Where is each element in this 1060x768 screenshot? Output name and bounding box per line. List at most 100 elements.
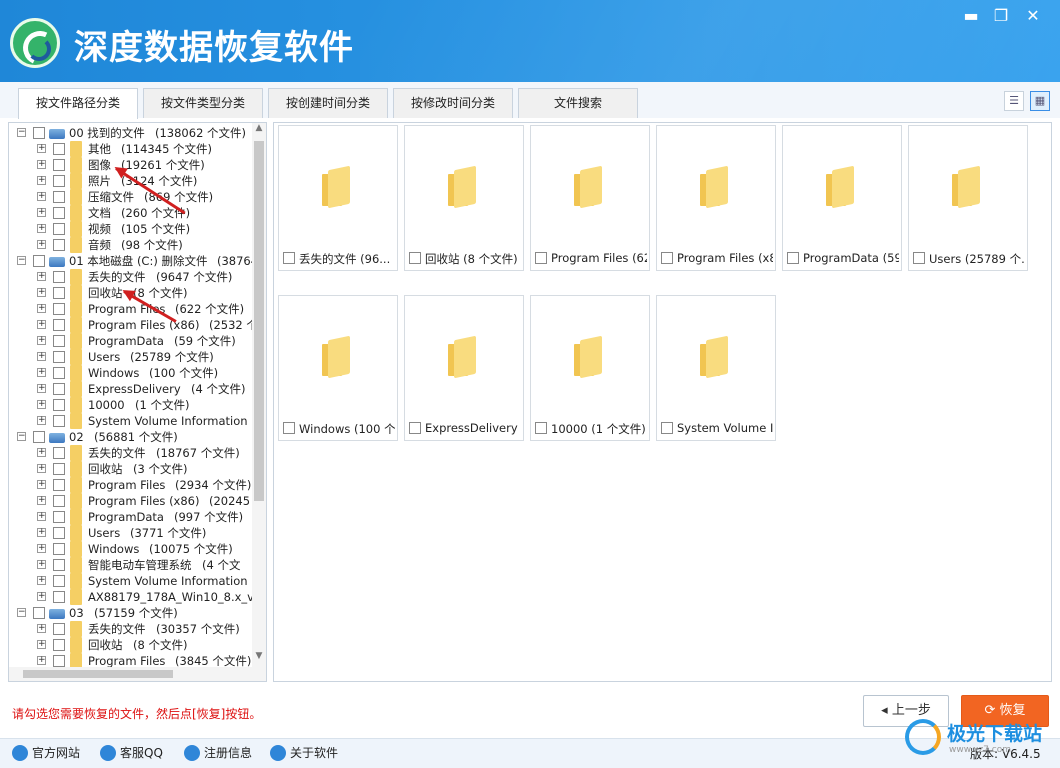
maximize-button[interactable]: ❐	[990, 6, 1012, 26]
tree-checkbox[interactable]	[53, 319, 65, 331]
tree-checkbox[interactable]	[33, 255, 45, 267]
tree-checkbox[interactable]	[53, 463, 65, 475]
card-checkbox[interactable]	[409, 422, 421, 434]
tree-vertical-scrollbar[interactable]: ▲ ▼	[252, 123, 266, 668]
scroll-up-icon[interactable]: ▲	[252, 123, 266, 137]
expand-icon[interactable]: +	[37, 176, 46, 185]
tree-checkbox[interactable]	[53, 239, 65, 251]
card-checkbox[interactable]	[661, 252, 673, 264]
collapse-icon[interactable]: −	[17, 128, 26, 137]
tree-horizontal-scrollbar[interactable]	[9, 667, 266, 681]
tree-checkbox[interactable]	[53, 351, 65, 363]
expand-icon[interactable]: +	[37, 640, 46, 649]
expand-icon[interactable]: +	[37, 464, 46, 473]
list-view-icon[interactable]: ☰	[1004, 91, 1024, 111]
hscroll-thumb[interactable]	[23, 670, 173, 678]
tab-by-path[interactable]: 按文件路径分类	[18, 88, 138, 119]
card-checkbox[interactable]	[409, 252, 421, 264]
tree-checkbox[interactable]	[53, 335, 65, 347]
expand-icon[interactable]: +	[37, 320, 46, 329]
collapse-icon[interactable]: −	[17, 608, 26, 617]
folder-card[interactable]: Program Files (x8...	[656, 125, 776, 271]
tree-checkbox[interactable]	[53, 287, 65, 299]
folder-card[interactable]: 回收站 (8 个文件)	[404, 125, 524, 271]
tree-checkbox[interactable]	[53, 495, 65, 507]
grid-view-icon[interactable]: ▦	[1030, 91, 1050, 111]
tree-checkbox[interactable]	[53, 399, 65, 411]
card-checkbox[interactable]	[535, 422, 547, 434]
expand-icon[interactable]: +	[37, 192, 46, 201]
folder-card[interactable]: Users (25789 个...	[908, 125, 1028, 271]
folder-card[interactable]: Windows (100 个...	[278, 295, 398, 441]
expand-icon[interactable]: +	[37, 352, 46, 361]
expand-icon[interactable]: +	[37, 368, 46, 377]
expand-icon[interactable]: +	[37, 544, 46, 553]
tab-by-type[interactable]: 按文件类型分类	[143, 88, 263, 118]
close-button[interactable]: ✕	[1022, 6, 1044, 26]
tree-checkbox[interactable]	[53, 143, 65, 155]
expand-icon[interactable]: +	[37, 144, 46, 153]
expand-icon[interactable]: +	[37, 448, 46, 457]
expand-icon[interactable]: +	[37, 288, 46, 297]
collapse-icon[interactable]: −	[17, 256, 26, 265]
card-checkbox[interactable]	[913, 252, 925, 264]
expand-icon[interactable]: +	[37, 240, 46, 249]
expand-icon[interactable]: +	[37, 576, 46, 585]
expand-icon[interactable]: +	[37, 480, 46, 489]
card-checkbox[interactable]	[283, 252, 295, 264]
tree-checkbox[interactable]	[53, 191, 65, 203]
expand-icon[interactable]: +	[37, 160, 46, 169]
tree-checkbox[interactable]	[53, 623, 65, 635]
expand-icon[interactable]: +	[37, 656, 46, 665]
collapse-icon[interactable]: −	[17, 432, 26, 441]
tree-checkbox[interactable]	[53, 543, 65, 555]
expand-icon[interactable]: +	[37, 624, 46, 633]
expand-icon[interactable]: +	[37, 528, 46, 537]
tree-checkbox[interactable]	[53, 367, 65, 379]
tree-checkbox[interactable]	[53, 383, 65, 395]
tree-checkbox[interactable]	[33, 431, 45, 443]
tree-checkbox[interactable]	[53, 511, 65, 523]
tree-checkbox[interactable]	[53, 271, 65, 283]
scroll-down-icon[interactable]: ▼	[252, 651, 266, 665]
folder-card[interactable]: 10000 (1 个文件)	[530, 295, 650, 441]
expand-icon[interactable]: +	[37, 496, 46, 505]
scroll-thumb[interactable]	[254, 141, 264, 501]
tree-checkbox[interactable]	[53, 655, 65, 667]
minimize-button[interactable]: ▬	[960, 6, 982, 26]
expand-icon[interactable]: +	[37, 512, 46, 521]
folder-card[interactable]: 丢失的文件 (96...	[278, 125, 398, 271]
tree-checkbox[interactable]	[33, 127, 45, 139]
tree-checkbox[interactable]	[53, 559, 65, 571]
expand-icon[interactable]: +	[37, 592, 46, 601]
expand-icon[interactable]: +	[37, 416, 46, 425]
tab-by-modified[interactable]: 按修改时间分类	[393, 88, 513, 118]
folder-card[interactable]: Program Files (62...	[530, 125, 650, 271]
expand-icon[interactable]: +	[37, 336, 46, 345]
card-checkbox[interactable]	[661, 422, 673, 434]
tree-checkbox[interactable]	[53, 527, 65, 539]
tree-checkbox[interactable]	[53, 415, 65, 427]
folder-tree[interactable]: − 00 找到的文件 (138062 个文件) + 其他 (114345 个文件) + 图像 (…	[8, 122, 267, 682]
card-checkbox[interactable]	[283, 422, 295, 434]
tree-checkbox[interactable]	[53, 591, 65, 603]
card-checkbox[interactable]	[535, 252, 547, 264]
tree-checkbox[interactable]	[53, 175, 65, 187]
tab-by-created[interactable]: 按创建时间分类	[268, 88, 388, 118]
folder-card[interactable]: ProgramData (59...	[782, 125, 902, 271]
expand-icon[interactable]: +	[37, 208, 46, 217]
tree-checkbox[interactable]	[53, 223, 65, 235]
folder-card[interactable]: System Volume In...	[656, 295, 776, 441]
expand-icon[interactable]: +	[37, 304, 46, 313]
tree-checkbox[interactable]	[53, 479, 65, 491]
folder-card[interactable]: ExpressDelivery ...	[404, 295, 524, 441]
expand-icon[interactable]: +	[37, 224, 46, 233]
tree-checkbox[interactable]	[53, 159, 65, 171]
expand-icon[interactable]: +	[37, 272, 46, 281]
tree-checkbox[interactable]	[53, 639, 65, 651]
tree-checkbox[interactable]	[53, 575, 65, 587]
tree-checkbox[interactable]	[53, 447, 65, 459]
tree-checkbox[interactable]	[33, 607, 45, 619]
expand-icon[interactable]: +	[37, 384, 46, 393]
tree-checkbox[interactable]	[53, 207, 65, 219]
